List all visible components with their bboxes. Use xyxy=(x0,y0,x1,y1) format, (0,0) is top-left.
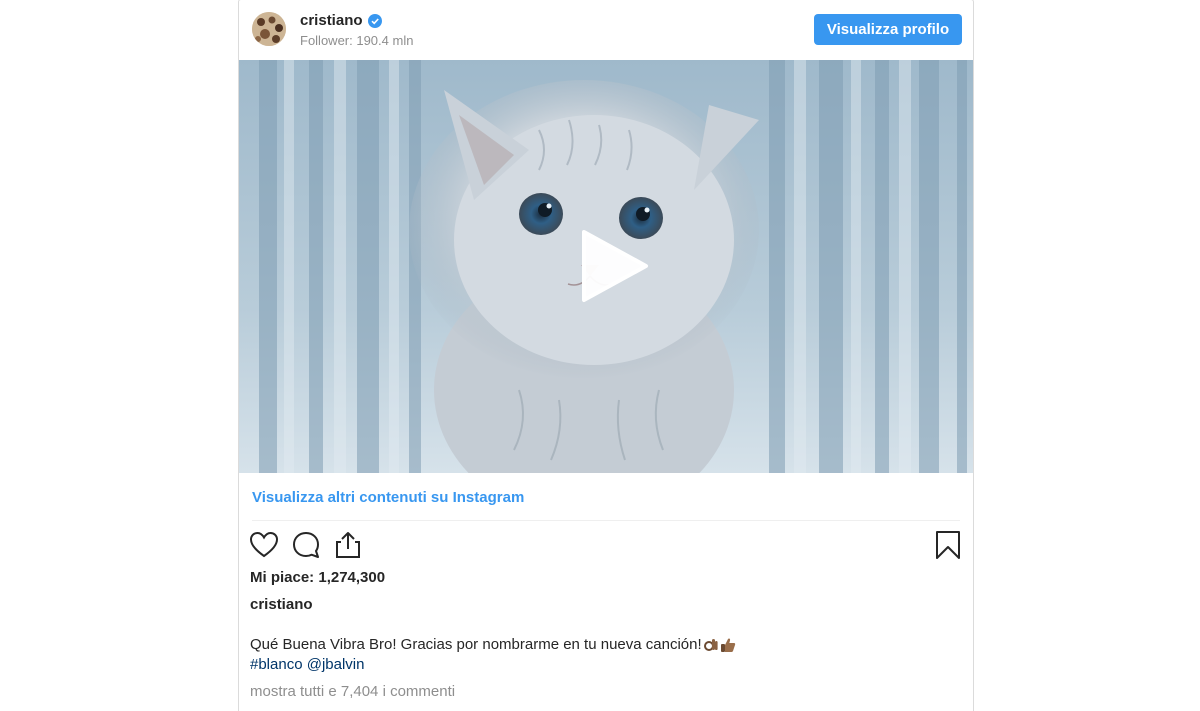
caption-username[interactable]: cristiano xyxy=(250,596,313,613)
more-content-link[interactable]: Visualizza altri contenuti su Instagram xyxy=(252,489,524,506)
action-bar xyxy=(249,530,363,562)
follower-count: Follower: 190.4 mln xyxy=(300,33,414,48)
caption-text: Qué Buena Vibra Bro! Gracias por nombrar… xyxy=(250,636,702,653)
caption-tags: #blanco @jbalvin xyxy=(250,656,364,673)
avatar[interactable] xyxy=(252,12,286,46)
username[interactable]: cristiano xyxy=(300,12,363,29)
view-all-comments-link[interactable]: mostra tutti e 7,404 i commenti xyxy=(250,683,455,700)
ok-hand-emoji xyxy=(703,637,719,653)
hashtag-link[interactable]: #blanco xyxy=(250,656,303,673)
bookmark-icon[interactable] xyxy=(935,530,961,560)
comment-icon[interactable] xyxy=(291,530,321,560)
page: cristiano Follower: 190.4 mln Visualizza… xyxy=(0,0,1200,711)
divider xyxy=(252,520,960,521)
mention-link[interactable]: @jbalvin xyxy=(307,656,365,673)
heart-icon[interactable] xyxy=(249,530,279,560)
verified-badge-icon xyxy=(367,13,382,28)
caption: Qué Buena Vibra Bro! Gracias por nombrar… xyxy=(250,636,736,653)
username-row: cristiano xyxy=(300,12,382,29)
view-profile-button[interactable]: Visualizza profilo xyxy=(814,14,962,45)
play-icon[interactable] xyxy=(574,226,654,306)
instagram-embed: cristiano Follower: 190.4 mln Visualizza… xyxy=(238,0,974,711)
thumbs-up-emoji xyxy=(720,637,736,653)
video-thumbnail[interactable] xyxy=(239,60,973,473)
share-icon[interactable] xyxy=(333,530,363,560)
post-header: cristiano Follower: 190.4 mln Visualizza… xyxy=(239,0,973,60)
like-count[interactable]: Mi piace: 1,274,300 xyxy=(250,569,385,586)
